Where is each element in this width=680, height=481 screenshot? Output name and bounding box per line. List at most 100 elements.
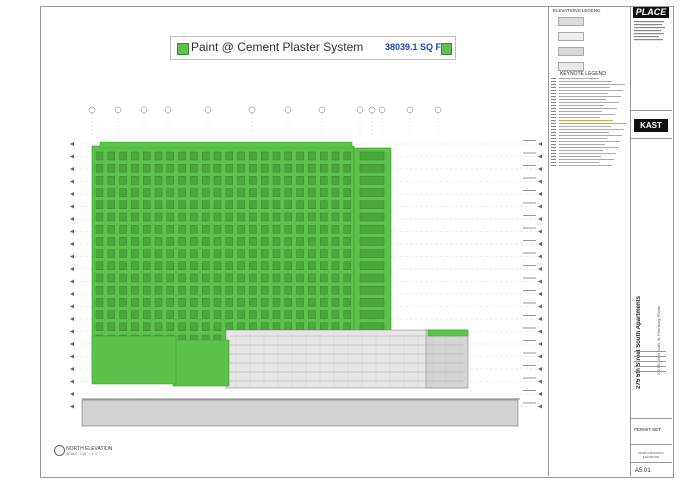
window [190,237,198,246]
window [272,273,281,283]
window [331,261,340,271]
keynote-text [559,105,604,106]
level-label-mark [523,340,536,341]
window [166,310,175,319]
window [142,285,151,295]
level-marker-icon [70,154,74,159]
keynote-text [559,138,607,139]
window [284,164,293,173]
window [119,188,127,197]
keynote-number [551,153,556,154]
window [119,322,127,332]
window [107,200,115,210]
measurement-callout[interactable]: Paint @ Cement Plaster System 38039.1 SQ… [170,36,456,60]
keynote-number [551,111,556,112]
level-marker-icon [538,292,542,296]
window [107,322,115,332]
window [320,151,328,161]
level-marker-icon [538,142,542,146]
level-marker-icon [70,304,74,309]
window [201,273,210,283]
window [213,151,222,161]
window [260,310,269,319]
level-marker-icon [70,329,74,334]
window [154,298,163,307]
window [213,261,222,271]
window [107,273,115,283]
window [142,249,151,258]
window [225,224,234,234]
window [237,285,245,295]
foundation [81,398,520,427]
grid-bubble [204,106,212,114]
window [119,261,127,271]
keynote-number [551,135,556,136]
issue-table [634,351,666,372]
keynote-text [559,117,600,118]
window [225,298,234,307]
grid-bubble [164,106,172,114]
level-label-mark [523,140,536,141]
window [320,212,328,222]
window [213,212,222,222]
window [237,176,245,185]
window [272,322,281,332]
keynote-number [551,117,556,118]
level-marker-icon [538,317,542,321]
window [154,237,163,246]
grid-bubble [378,106,386,114]
window [260,151,269,161]
permit-set-label: PERMIT SET [634,427,661,432]
level-marker-icon [70,404,74,409]
window [107,164,115,173]
window [284,249,293,258]
keynote-text [559,93,608,94]
level-label-mark [523,202,536,204]
keynote-text [559,162,599,163]
column-grid-markers [88,106,442,134]
keynote-text [559,99,606,100]
window [201,249,210,258]
window [320,298,328,307]
architect-logo: KAST [634,119,668,132]
keynote-text [559,78,599,79]
keynote-text [559,90,623,91]
keynote-text [559,129,624,130]
window [308,164,316,173]
window [331,224,340,234]
window [320,200,328,210]
window [154,249,163,258]
window [154,200,163,210]
window [320,224,328,234]
window [119,212,127,222]
level-marker-icon [70,292,74,296]
keynote-text [559,135,622,136]
keynote-number [551,90,556,91]
window [166,164,175,173]
level-label-mark [523,302,536,304]
level-marker-icon [538,254,542,259]
building-elevation-drawing[interactable] [60,104,546,434]
keynote-number [551,108,556,109]
window [331,200,340,210]
callout-label: Paint @ Cement Plaster System [191,40,364,54]
window [296,285,304,295]
window [166,200,175,210]
window [296,176,304,185]
window [95,310,104,319]
window [131,224,139,234]
window [178,298,186,307]
window [260,224,269,234]
level-label-mark [523,152,536,154]
level-marker-icon [70,317,74,321]
window [237,151,245,161]
window [272,176,281,185]
window [249,176,257,185]
window [225,310,234,319]
keynote-number [551,162,556,163]
window [320,164,328,173]
window [308,310,316,319]
legend-swatch [558,47,584,56]
keynote-text [559,111,602,112]
window [154,164,163,173]
